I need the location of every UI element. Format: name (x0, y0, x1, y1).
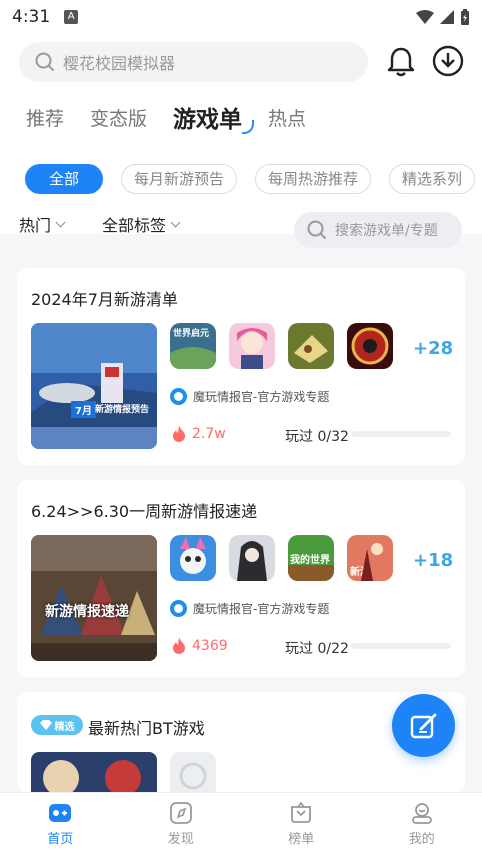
card-cover-image[interactable]: 7月 新游情报预告 (31, 323, 157, 449)
nav-discover[interactable]: 发现 (121, 793, 242, 856)
active-tab-indicator (242, 120, 255, 134)
card-author[interactable]: 魔玩情报官-官方游戏专题 (170, 600, 329, 617)
filter-chips: 全部 每月新游预告 每周热游推荐 精选系列 (25, 164, 476, 194)
chip-monthly-preview[interactable]: 每月新游预告 (121, 164, 238, 194)
fire-icon (173, 637, 185, 654)
cover-month-label: 7月 (71, 401, 96, 418)
profile-icon (411, 803, 432, 824)
more-games-count[interactable]: +28 (413, 338, 453, 359)
played-count: 玩过 0/22 (285, 641, 349, 657)
featured-badge-label: 精选 (54, 721, 75, 733)
game-list-card[interactable]: 2024年7月新游清单 7月 新游情报预告 世界启元 +28 魔玩情报官-官方游… (17, 268, 465, 465)
played-count: 玩过 0/32 (285, 429, 349, 445)
notification-bell-icon[interactable] (386, 46, 416, 78)
category-tabs: 推荐 变态版 游戏单 热点 (26, 100, 306, 134)
card-title: 6.24>>6.30一周新游情报速递 (31, 502, 258, 521)
author-name: 魔玩情报官-官方游戏专题 (193, 390, 330, 404)
search-placeholder: 樱花校园模拟器 (63, 54, 176, 73)
header: 樱花校园模拟器 推荐 变态版 游戏单 热点 全部 每月新游预告 每周热游推荐 精… (0, 34, 482, 234)
card-cover-image[interactable]: 新游情报速递 (31, 535, 157, 661)
nav-discover-label: 发现 (167, 832, 194, 847)
compass-icon (169, 802, 192, 824)
sort-hot-dropdown[interactable]: 热门 (19, 212, 66, 236)
played-progress-bar (351, 431, 451, 437)
nav-profile-label: 我的 (408, 832, 435, 847)
status-time: 4:31 (12, 7, 51, 27)
card-title: 2024年7月新游清单 (31, 290, 178, 309)
game-icon[interactable] (347, 323, 393, 369)
tab-modded[interactable]: 变态版 (90, 104, 147, 131)
chip-weekly-hot[interactable]: 每周热游推荐 (255, 164, 372, 194)
search-icon (35, 52, 55, 72)
cover-caption: 新游情报预告 (95, 405, 150, 415)
nav-home-label: 首页 (47, 832, 74, 847)
heat-indicator: 4369 (172, 637, 228, 654)
heat-value: 4369 (192, 637, 228, 654)
game-icon[interactable] (229, 323, 275, 369)
game-icon[interactable]: 我的世界 (288, 535, 334, 581)
bottom-navigation: 首页 发现 榜单 我的 (0, 792, 482, 856)
wifi-icon (416, 10, 434, 24)
signal-icon (440, 10, 454, 24)
sort-hot-label: 热门 (19, 216, 52, 235)
author-avatar (170, 600, 187, 617)
game-icon[interactable]: 世界启元 (170, 323, 216, 369)
featured-badge: 精选 (31, 715, 83, 735)
search-icon (307, 220, 327, 240)
chevron-down-icon (170, 217, 181, 227)
played-progress-bar (351, 643, 451, 649)
search-bar[interactable]: 樱花校园模拟器 (19, 42, 368, 82)
tab-hot-topics[interactable]: 热点 (268, 104, 306, 131)
edit-icon (410, 713, 436, 738)
create-list-button[interactable] (392, 694, 455, 757)
card-author[interactable]: 魔玩情报官-官方游戏专题 (170, 388, 329, 405)
trophy-icon (291, 802, 312, 823)
chip-all[interactable]: 全部 (25, 164, 103, 194)
nav-rankings-label: 榜单 (288, 832, 315, 847)
tab-game-lists[interactable]: 游戏单 (173, 100, 255, 134)
status-bar: 4:31 A (0, 0, 482, 34)
app-indicator-icon: A (64, 10, 79, 24)
game-icon-placeholder (170, 752, 216, 792)
diamond-icon (39, 720, 52, 730)
game-icon[interactable]: 新游 (347, 535, 393, 581)
home-icon (49, 804, 72, 822)
game-list-card[interactable]: 6.24>>6.30一周新游情报速递 新游情报速递 我的世界 新游 +18 魔玩… (17, 480, 465, 677)
battery-icon (461, 9, 469, 25)
list-search-input[interactable]: 搜索游戏单/专题 (294, 212, 462, 248)
nav-profile[interactable]: 我的 (362, 793, 482, 856)
card-title: 最新热门BT游戏 (88, 719, 205, 738)
chip-featured-series[interactable]: 精选系列 (389, 164, 476, 194)
cover-caption: 新游情报速递 (45, 604, 129, 620)
author-avatar (170, 388, 187, 405)
heat-indicator: 2.7w (172, 425, 226, 442)
game-icon[interactable] (170, 535, 216, 581)
tags-dropdown[interactable]: 全部标签 (102, 212, 181, 236)
author-name: 魔玩情报官-官方游戏专题 (193, 602, 330, 616)
tags-label: 全部标签 (102, 216, 167, 235)
game-icon[interactable] (288, 323, 334, 369)
more-games-count[interactable]: +18 (413, 550, 453, 571)
list-search-placeholder: 搜索游戏单/专题 (335, 223, 438, 239)
tab-game-lists-label: 游戏单 (173, 107, 243, 133)
nav-home[interactable]: 首页 (0, 793, 121, 856)
heat-value: 2.7w (192, 425, 226, 442)
fire-icon (173, 425, 185, 442)
chevron-down-icon (55, 217, 66, 227)
game-icon[interactable] (229, 535, 275, 581)
tab-recommend[interactable]: 推荐 (26, 104, 64, 131)
nav-rankings[interactable]: 榜单 (241, 793, 362, 856)
download-icon[interactable] (432, 45, 464, 77)
card-cover-image[interactable] (31, 752, 157, 792)
